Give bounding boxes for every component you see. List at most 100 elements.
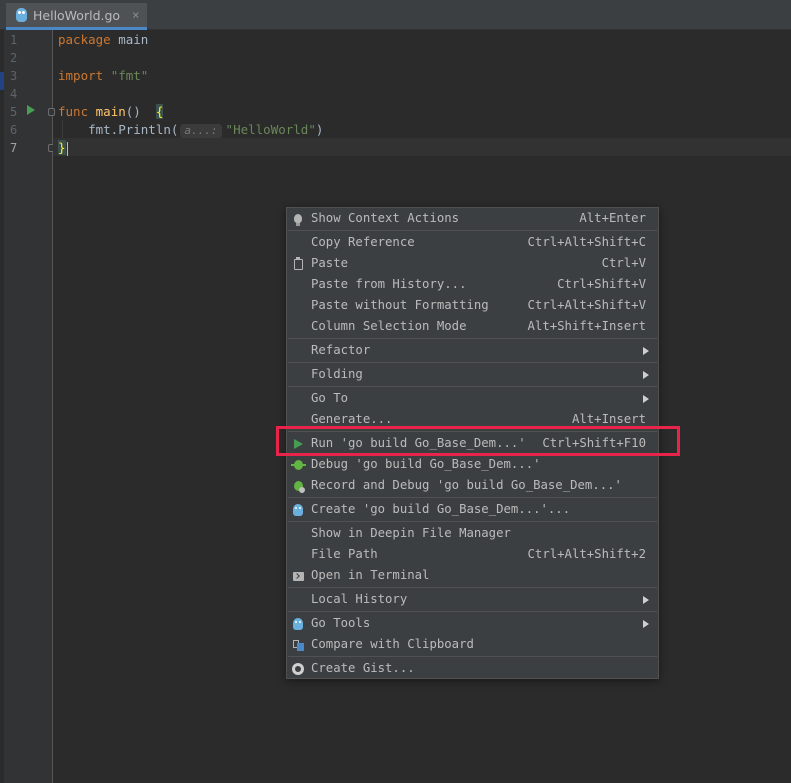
menu-item-label: Paste without Formatting [311,298,489,312]
menu-item-go-to[interactable]: Go To [287,388,658,409]
go-gopher-icon [291,503,305,517]
tab-label: HelloWorld.go [33,7,121,23]
menu-separator [288,386,657,387]
menu-separator [288,521,657,522]
menu-separator [288,338,657,339]
menu-item-show-in-file-manager[interactable]: Show in Deepin File Manager [287,523,658,544]
string-literal: "HelloWorld" [225,122,316,137]
menu-item-debug[interactable]: Debug 'go build Go_Base_Dem...' [287,454,658,475]
menu-item-column-selection-mode[interactable]: Column Selection Mode Alt+Shift+Insert [287,316,658,337]
line-number: 4 [10,87,18,101]
menu-item-label: Folding [311,367,363,381]
menu-item-create-run-config[interactable]: Create 'go build Go_Base_Dem...'... [287,499,658,520]
editor-gutter [0,30,53,783]
menu-item-label: Record and Debug 'go build Go_Base_Dem..… [311,478,622,492]
menu-separator [288,656,657,657]
menu-item-label: Local History [311,592,408,606]
menu-item-paste-without-formatting[interactable]: Paste without Formatting Ctrl+Alt+Shift+… [287,295,658,316]
menu-item-label: Create 'go build Go_Base_Dem...'... [311,502,571,516]
menu-item-label: Refactor [311,343,371,357]
keyword: package [58,32,111,47]
tab-helloworld-go[interactable]: HelloWorld.go × [6,3,148,30]
editor-tab-bar: HelloWorld.go × [0,0,791,30]
menu-item-copy-reference[interactable]: Copy Reference Ctrl+Alt+Shift+C [287,232,658,253]
fold-open-icon[interactable] [48,108,55,116]
code-line-6[interactable]: fmt.Println(a...: "HelloWorld") [58,121,323,139]
menu-item-compare-with-clipboard[interactable]: Compare with Clipboard [287,634,658,655]
line-number: 2 [10,51,18,65]
code-line-3[interactable]: import "fmt" [58,67,148,85]
menu-item-label: Go To [311,391,349,405]
menu-item-shortcut: Ctrl+Alt+Shift+V [527,298,646,312]
menu-item-generate[interactable]: Generate... Alt+Insert [287,409,658,430]
menu-item-label: Open in Terminal [311,568,430,582]
menu-separator [288,587,657,588]
lightbulb-icon [291,212,305,226]
menu-item-refactor[interactable]: Refactor [287,340,658,361]
submenu-arrow-icon [643,347,649,355]
code-line-5[interactable]: func main() { [58,103,164,121]
left-strip-marker [0,72,4,90]
current-line-highlight [53,138,791,156]
menu-item-folding[interactable]: Folding [287,364,658,385]
menu-item-label: Show in Deepin File Manager [311,526,511,540]
menu-item-label: Compare with Clipboard [311,637,474,651]
menu-item-label: Generate... [311,412,393,426]
menu-item-label: Column Selection Mode [311,319,467,333]
menu-item-show-context-actions[interactable]: Show Context Actions Alt+Enter [287,208,658,229]
menu-item-shortcut: Ctrl+V [601,256,646,270]
run-gutter-icon[interactable] [27,105,35,115]
menu-item-label: Run 'go build Go_Base_Dem...' [311,436,526,450]
compare-icon [291,638,305,652]
parameter-hint: a...: [180,124,222,138]
go-file-icon [16,8,27,22]
menu-item-shortcut: Ctrl+Alt+Shift+2 [527,547,646,561]
menu-item-label: File Path [311,547,378,561]
identifier: main [110,32,149,47]
menu-separator [288,497,657,498]
code-line-7[interactable]: } [58,139,68,157]
line-number: 6 [10,123,18,137]
menu-item-label: Go Tools [311,616,371,630]
close-paren: ) [315,122,324,137]
parens: () [125,104,149,119]
menu-item-shortcut: Ctrl+Shift+F10 [542,436,646,450]
menu-item-go-tools[interactable]: Go Tools [287,613,658,634]
clipboard-icon [291,256,305,271]
menu-item-label: Show Context Actions [311,211,460,225]
code-line-1[interactable]: package main [58,31,148,49]
menu-item-shortcut: Alt+Enter [579,211,646,225]
menu-item-label: Copy Reference [311,235,415,249]
github-icon [291,662,305,676]
menu-item-file-path[interactable]: File Path Ctrl+Alt+Shift+2 [287,544,658,565]
submenu-arrow-icon [643,395,649,403]
submenu-arrow-icon [643,596,649,604]
function-name: main [95,104,126,119]
line-number: 7 [10,141,18,155]
menu-item-shortcut: Alt+Insert [571,412,646,426]
menu-item-paste-from-history[interactable]: Paste from History... Ctrl+Shift+V [287,274,658,295]
keyword: func [58,104,89,119]
menu-item-label: Paste from History... [311,277,467,291]
menu-separator [288,431,657,432]
menu-item-create-gist[interactable]: Create Gist... [287,658,658,679]
string-literal: "fmt" [110,68,149,83]
line-number: 3 [10,69,18,83]
menu-item-label: Paste [311,256,349,270]
tab-close-icon[interactable]: × [132,8,139,22]
menu-item-local-history[interactable]: Local History [287,589,658,610]
menu-item-run[interactable]: Run 'go build Go_Base_Dem...' Ctrl+Shift… [287,433,658,454]
menu-item-label: Create Gist... [311,661,415,675]
menu-item-record-and-debug[interactable]: Record and Debug 'go build Go_Base_Dem..… [287,475,658,496]
keyword: import [58,68,104,83]
submenu-arrow-icon [643,620,649,628]
editor-context-menu: Show Context Actions Alt+Enter Copy Refe… [286,207,659,679]
menu-item-shortcut: Ctrl+Shift+V [557,277,646,291]
menu-separator [288,611,657,612]
call-expression: fmt.Println( [58,122,179,137]
menu-item-open-in-terminal[interactable]: Open in Terminal [287,565,658,586]
menu-item-paste[interactable]: Paste Ctrl+V [287,253,658,274]
close-brace: } [58,140,66,155]
menu-separator [288,362,657,363]
menu-separator [288,230,657,231]
